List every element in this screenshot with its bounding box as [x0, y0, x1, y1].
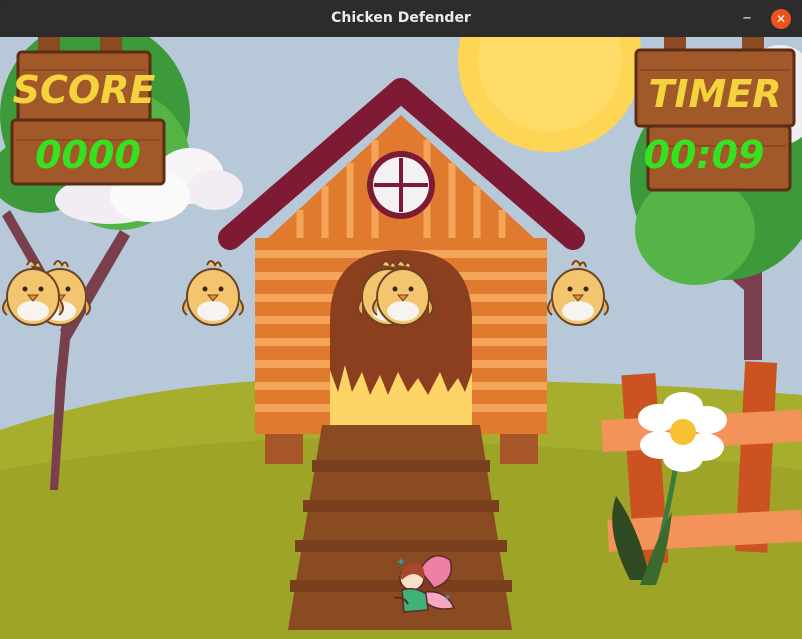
score-label: SCORE: [13, 68, 156, 112]
close-button[interactable]: ✕: [771, 9, 791, 29]
timer-value: 00:09: [644, 133, 765, 177]
game-window: Chicken Defender – ✕ SCORE 0000 TIMER 00…: [0, 0, 802, 639]
svg-text:✦: ✦: [444, 593, 452, 603]
score-value: 0000: [35, 133, 141, 177]
timer-label: TIMER: [648, 72, 781, 116]
score-sign: SCORE 0000: [10, 37, 166, 186]
window-title: Chicken Defender: [331, 10, 471, 26]
svg-text:✦: ✦: [396, 555, 406, 569]
minimize-button[interactable]: –: [736, 9, 758, 29]
timer-sign: TIMER 00:09: [634, 37, 796, 192]
title-bar[interactable]: Chicken Defender – ✕: [0, 0, 802, 37]
game-canvas[interactable]: SCORE 0000 TIMER 00:09 ✦ ✦: [0, 37, 802, 639]
